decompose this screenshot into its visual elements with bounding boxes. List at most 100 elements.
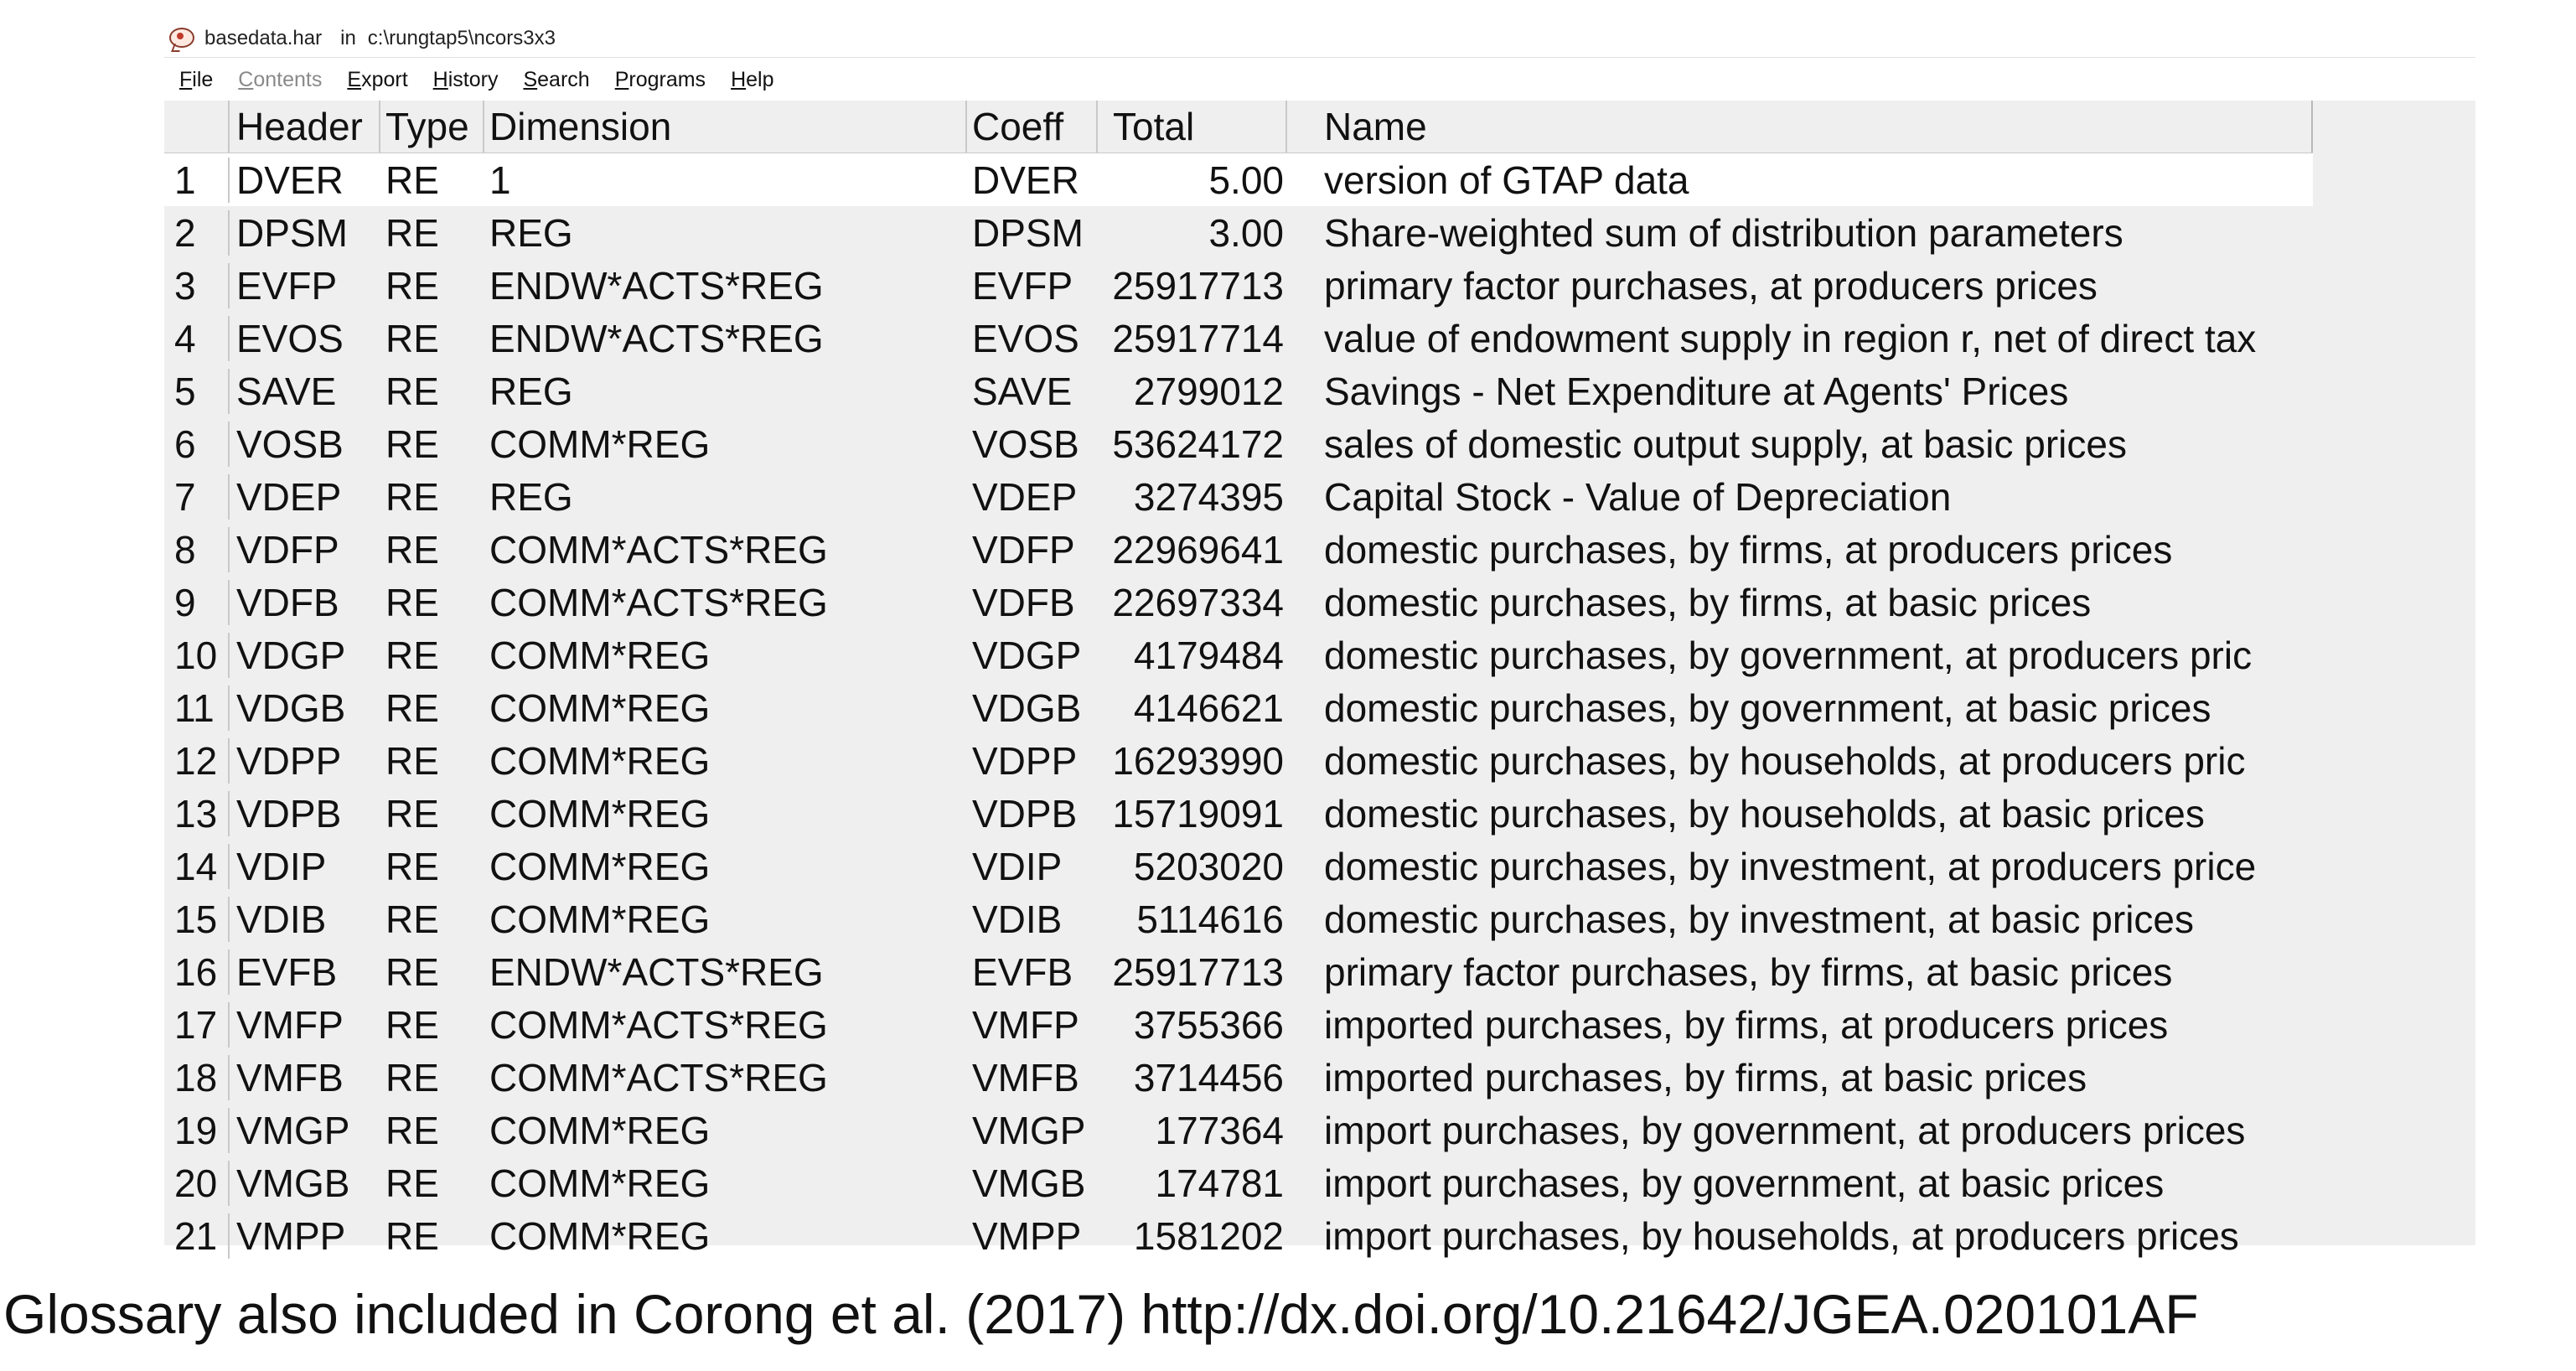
- cell-total: 25917714: [1112, 316, 1284, 360]
- row-number-column-header: [164, 101, 230, 153]
- column-header-name[interactable]: Name: [1287, 101, 2313, 153]
- table-row[interactable]: 19 VMGP RE COMM*REG VMGP 177364 import purchas…: [164, 1104, 2313, 1156]
- table-row[interactable]: 12 VDPP RE COMM*REG VDPP 16293990 domestic pur…: [164, 734, 2313, 787]
- menu-programs[interactable]: Programs: [615, 68, 706, 92]
- cell-name: primary factor purchases, at producers p…: [1324, 263, 2098, 308]
- cell-coeff: VDIB: [972, 897, 1063, 941]
- menu-search[interactable]: Search: [523, 68, 589, 92]
- cell-header: EVOS: [236, 316, 344, 360]
- cell-name: sales of domestic output supply, at basi…: [1324, 422, 2127, 466]
- row-number: 8: [164, 526, 230, 572]
- row-number: 12: [164, 737, 230, 784]
- cell-type: RE: [385, 633, 439, 677]
- table-row[interactable]: 21 VMPP RE COMM*REG VMPP 1581202 import purcha…: [164, 1209, 2313, 1262]
- menu-help[interactable]: Help: [731, 68, 773, 92]
- column-header-type[interactable]: Type: [380, 101, 484, 153]
- title-in-label: in: [340, 27, 356, 49]
- table-row[interactable]: 10 VDGP RE COMM*REG VDGP 4179484 domestic purc…: [164, 629, 2313, 681]
- cell-coeff: VDGP: [972, 633, 1082, 677]
- cell-header: VDFB: [236, 580, 339, 624]
- cell-total: 2799012: [1133, 369, 1284, 413]
- cell-dimension: COMM*REG: [489, 844, 711, 888]
- cell-type: RE: [385, 844, 439, 888]
- title-bar: basedata.har in c:\rungtap5\ncors3x3: [169, 20, 556, 57]
- menu-history[interactable]: History: [433, 68, 499, 92]
- table-row[interactable]: 16 EVFB RE ENDW*ACTS*REG EVFB 25917713 primary…: [164, 945, 2313, 998]
- cell-total: 174781: [1155, 1161, 1285, 1205]
- cell-type: RE: [385, 580, 439, 624]
- column-header-row: Header Type Dimension Coeff Total Name: [164, 101, 2313, 153]
- cell-header: VOSB: [236, 422, 344, 466]
- cell-dimension: REG: [489, 474, 573, 519]
- cell-header: VDIP: [236, 844, 327, 888]
- row-number: 14: [164, 843, 230, 889]
- row-number: 17: [164, 1001, 230, 1048]
- cell-type: RE: [385, 527, 439, 572]
- viewhar-window: basedata.har in c:\rungtap5\ncors3x3 Fil…: [164, 17, 2475, 1259]
- column-header-total[interactable]: Total: [1098, 101, 1287, 153]
- cell-dimension: REG: [489, 369, 573, 413]
- cell-header: EVFB: [236, 949, 338, 994]
- table-row[interactable]: 14 VDIP RE COMM*REG VDIP 5203020 domestic purc…: [164, 840, 2313, 892]
- cell-header: VDIB: [236, 897, 327, 941]
- cell-type: RE: [385, 686, 439, 730]
- table-row[interactable]: 15 VDIB RE COMM*REG VDIB 5114616 domestic purc…: [164, 892, 2313, 945]
- cell-coeff: VDPP: [972, 738, 1078, 783]
- cell-header: DPSM: [236, 210, 348, 255]
- cell-header: EVFP: [236, 263, 338, 308]
- cell-coeff: VDGB: [972, 686, 1082, 730]
- table-row[interactable]: 17 VMFP RE COMM*ACTS*REG VMFP 3755366 imported…: [164, 998, 2313, 1051]
- table-row[interactable]: 11 VDGB RE COMM*REG VDGB 4146621 domestic purc…: [164, 681, 2313, 734]
- table-row[interactable]: 8 VDFP RE COMM*ACTS*REG VDFP 22969641 domestic…: [164, 523, 2313, 576]
- cell-header: DVER: [236, 158, 344, 202]
- table-row[interactable]: 2 DPSM RE REG DPSM 3.00 Share-weighted sum of …: [164, 206, 2313, 259]
- cell-coeff: SAVE: [972, 369, 1073, 413]
- table-row[interactable]: 5 SAVE RE REG SAVE 2799012 Savings - Net Expen…: [164, 365, 2313, 417]
- row-number: 7: [164, 473, 230, 520]
- table-row[interactable]: 4 EVOS RE ENDW*ACTS*REG EVOS 25917714 value of…: [164, 312, 2313, 365]
- table-row[interactable]: 18 VMFB RE COMM*ACTS*REG VMFB 3714456 imported…: [164, 1051, 2313, 1104]
- menu-contents[interactable]: Contents: [238, 68, 322, 92]
- cell-header: VDFP: [236, 527, 339, 572]
- cell-name: imported purchases, by firms, at basic p…: [1324, 1055, 2087, 1099]
- cell-coeff: EVFB: [972, 949, 1073, 994]
- row-number: 3: [164, 262, 230, 308]
- column-header-header[interactable]: Header: [230, 101, 380, 153]
- cell-total: 25917713: [1112, 949, 1284, 994]
- column-header-dimension[interactable]: Dimension: [484, 101, 967, 153]
- table-row[interactable]: 6 VOSB RE COMM*REG VOSB 53624172 sales of dome…: [164, 417, 2313, 470]
- table-row[interactable]: 7 VDEP RE REG VDEP 3274395 Capital Stock - Val…: [164, 470, 2313, 523]
- row-number: 16: [164, 949, 230, 995]
- column-header-coeff[interactable]: Coeff: [967, 101, 1098, 153]
- menu-file[interactable]: File: [179, 68, 213, 92]
- row-number: 2: [164, 210, 230, 256]
- cell-header: VDPB: [236, 791, 342, 836]
- menu-export[interactable]: Export: [347, 68, 407, 92]
- cell-coeff: VMFP: [972, 1002, 1079, 1047]
- cell-type: RE: [385, 316, 439, 360]
- cell-total: 16293990: [1112, 738, 1284, 783]
- table-row[interactable]: 13 VDPB RE COMM*REG VDPB 15719091 domestic pur…: [164, 787, 2313, 840]
- table-row[interactable]: 9 VDFB RE COMM*ACTS*REG VDFB 22697334 domestic…: [164, 576, 2313, 629]
- cell-name: domestic purchases, by firms, at produce…: [1324, 527, 2173, 572]
- row-number: 18: [164, 1054, 230, 1100]
- cell-dimension: COMM*REG: [489, 633, 711, 677]
- cell-name: Share-weighted sum of distribution param…: [1324, 210, 2123, 255]
- table-row[interactable]: 20 VMGB RE COMM*REG VMGB 174781 import purchas…: [164, 1156, 2313, 1209]
- cell-type: RE: [385, 474, 439, 519]
- cell-coeff: EVFP: [972, 263, 1073, 308]
- table-row[interactable]: 1 DVER RE 1 DVER 5.00 version of GTAP data: [164, 153, 2313, 206]
- cell-type: RE: [385, 422, 439, 466]
- cell-dimension: COMM*ACTS*REG: [489, 1002, 828, 1047]
- cell-type: RE: [385, 1055, 439, 1099]
- cell-total: 22969641: [1112, 527, 1284, 572]
- cell-type: RE: [385, 158, 439, 202]
- cell-header: VDGB: [236, 686, 346, 730]
- cell-coeff: EVOS: [972, 316, 1079, 360]
- cell-type: RE: [385, 897, 439, 941]
- row-number: 5: [164, 368, 230, 414]
- cell-header: VMGB: [236, 1161, 350, 1205]
- cell-coeff: VMFB: [972, 1055, 1079, 1099]
- table-row[interactable]: 3 EVFP RE ENDW*ACTS*REG EVFP 25917713 primary …: [164, 259, 2313, 312]
- cell-dimension: COMM*REG: [489, 897, 711, 941]
